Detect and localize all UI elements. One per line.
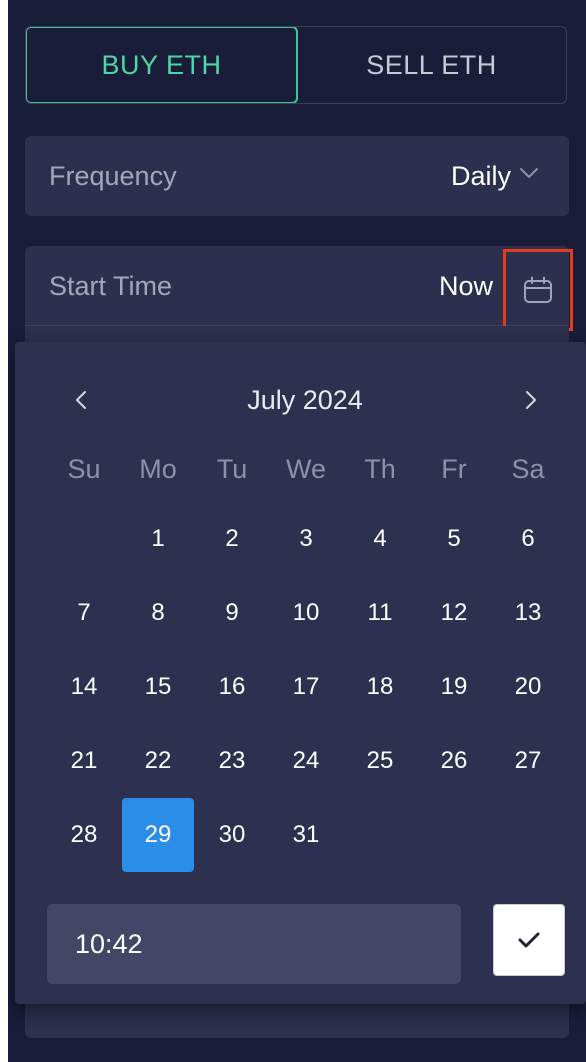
chevron-right-icon	[526, 391, 536, 409]
calendar-day[interactable]: 2	[195, 502, 269, 576]
calendar-day[interactable]: 31	[269, 798, 343, 872]
calendar-day-selected[interactable]: 29	[122, 798, 194, 872]
calendar-day[interactable]: 19	[417, 650, 491, 724]
calendar-day[interactable]: 18	[343, 650, 417, 724]
calendar-day[interactable]: 7	[47, 576, 121, 650]
calendar-day[interactable]: 12	[417, 576, 491, 650]
calendar-day[interactable]: 26	[417, 724, 491, 798]
weekday-label: Fr	[441, 454, 467, 484]
calendar-day[interactable]: 5	[417, 502, 491, 576]
calendar-day[interactable]: 16	[195, 650, 269, 724]
calendar-week: 21 22 23 24 25 26 27	[47, 724, 579, 798]
left-edge	[0, 0, 8, 1062]
calendar-day[interactable]: 25	[343, 724, 417, 798]
calendar-day[interactable]: 10	[269, 576, 343, 650]
calendar-day-empty	[47, 502, 121, 576]
calendar-day[interactable]: 11	[343, 576, 417, 650]
tab-sell-eth[interactable]: SELL ETH	[297, 27, 566, 103]
frequency-select[interactable]: Frequency Daily	[25, 136, 569, 216]
calendar-day[interactable]: 23	[195, 724, 269, 798]
calendar-day-empty	[343, 798, 417, 872]
weekday-label: Tu	[216, 454, 248, 484]
calendar-day[interactable]: 27	[491, 724, 565, 798]
date-picker-popup: July 2024 Su Mo Tu We Th Fr Sa 1 2 3 4 5…	[15, 342, 586, 1004]
confirm-date-button[interactable]	[493, 904, 565, 976]
calendar-week: 7 8 9 10 11 12 13	[47, 576, 579, 650]
start-time-row: Start Time Now	[25, 246, 573, 331]
tab-buy-eth[interactable]: BUY ETH	[26, 27, 298, 103]
calendar-week: 1 2 3 4 5 6	[47, 502, 579, 576]
month-title: July 2024	[247, 385, 363, 415]
calendar-day[interactable]: 1	[121, 502, 195, 576]
weekday-header-row: Su Mo Tu We Th Fr Sa	[47, 436, 579, 502]
frequency-label: Frequency	[49, 161, 177, 191]
trade-direction-tabs: BUY ETH SELL ETH	[25, 26, 567, 104]
calendar-day[interactable]: 4	[343, 502, 417, 576]
weekday-label: Su	[67, 454, 101, 484]
calendar-week: 28 29 30 31	[47, 798, 579, 872]
calendar-day-empty	[417, 798, 491, 872]
time-input[interactable]: 10:42	[47, 904, 461, 984]
calendar-day[interactable]: 9	[195, 576, 269, 650]
weekday-label: Th	[364, 454, 396, 484]
calendar-day[interactable]: 14	[47, 650, 121, 724]
chevron-down-icon	[520, 168, 538, 178]
calendar-day[interactable]: 8	[121, 576, 195, 650]
calendar-week: 14 15 16 17 18 19 20	[47, 650, 579, 724]
calendar-day[interactable]: 3	[269, 502, 343, 576]
calendar-header: July 2024	[15, 370, 586, 430]
check-icon	[518, 932, 540, 948]
calendar-day-empty	[491, 798, 565, 872]
calendar-day[interactable]: 20	[491, 650, 565, 724]
calendar-icon	[524, 276, 552, 303]
calendar-day[interactable]: 21	[47, 724, 121, 798]
calendar-grid: Su Mo Tu We Th Fr Sa 1 2 3 4 5 6 7 8 9 1…	[47, 436, 579, 872]
start-time-value: Now	[438, 271, 493, 301]
calendar-day[interactable]: 24	[269, 724, 343, 798]
weekday-label: Sa	[511, 454, 545, 484]
open-calendar-button[interactable]	[503, 249, 573, 331]
calendar-day[interactable]: 28	[47, 798, 121, 872]
start-time-label: Start Time	[49, 271, 173, 301]
calendar-day[interactable]: 13	[491, 576, 565, 650]
calendar-day[interactable]: 22	[121, 724, 195, 798]
weekday-label: Mo	[139, 454, 177, 484]
next-month-button[interactable]	[511, 370, 551, 430]
dca-panel: BUY ETH SELL ETH Frequency Daily Start T…	[0, 0, 586, 1062]
calendar-day[interactable]: 6	[491, 502, 565, 576]
calendar-day[interactable]: 30	[195, 798, 269, 872]
calendar-day[interactable]: 15	[121, 650, 195, 724]
frequency-value: Daily	[450, 161, 511, 191]
weekday-label: We	[285, 454, 326, 484]
calendar-day[interactable]: 17	[269, 650, 343, 724]
